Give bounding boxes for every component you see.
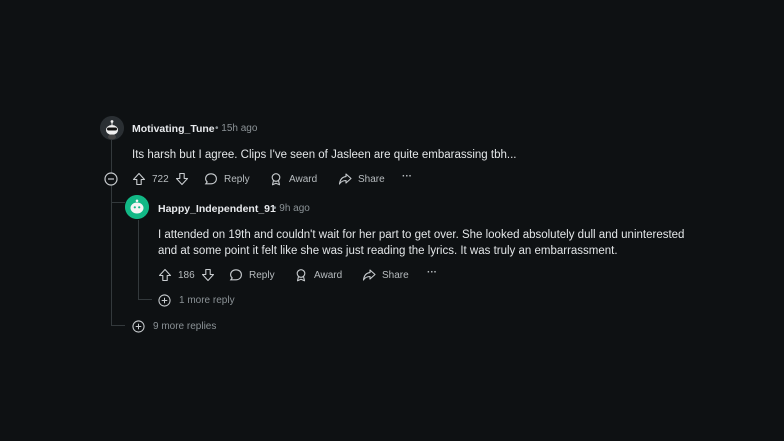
minus-circle-icon	[104, 172, 118, 186]
award-icon	[294, 268, 308, 282]
more-replies-label: 9 more replies	[153, 321, 217, 332]
vote-controls: 186	[158, 268, 215, 282]
award-button[interactable]: Award	[294, 268, 342, 282]
snoo-avatar-icon	[100, 116, 124, 140]
comment-body: Its harsh but I agree. Clips I've seen o…	[132, 149, 517, 161]
collapse-thread-button[interactable]	[104, 172, 118, 186]
upvote-icon[interactable]	[158, 268, 172, 282]
plus-circle-icon	[132, 320, 145, 333]
comment-username[interactable]: Motivating_Tune	[132, 123, 215, 135]
thread-line-nested	[138, 220, 139, 300]
upvote-icon[interactable]	[132, 172, 146, 186]
comment-timestamp[interactable]: • 9h ago	[273, 203, 310, 214]
reply-button[interactable]: Reply	[204, 172, 250, 186]
reply-label: Reply	[249, 269, 275, 281]
vote-count: 722	[152, 173, 169, 185]
comment-timestamp[interactable]: • 15h ago	[215, 123, 257, 134]
reply-button[interactable]: Reply	[229, 268, 275, 282]
avatar[interactable]	[125, 195, 149, 219]
thread-line-branch-top	[111, 325, 125, 326]
vote-count: 186	[178, 269, 195, 281]
comment-body-line-1: I attended on 19th and couldn't wait for…	[158, 229, 685, 241]
thread-line-main	[111, 140, 112, 326]
share-arrow-icon	[362, 268, 376, 282]
share-button[interactable]: Share	[338, 172, 385, 186]
thread-line-nested-branch	[138, 299, 152, 300]
comment-body-line-2: and at some point it felt like she was j…	[158, 245, 618, 257]
award-icon	[269, 172, 283, 186]
share-arrow-icon	[338, 172, 352, 186]
award-label: Award	[314, 269, 343, 281]
comment-bubble-icon	[204, 172, 218, 186]
avatar[interactable]	[100, 116, 124, 140]
snoo-avatar-icon	[125, 195, 149, 219]
downvote-icon[interactable]	[175, 172, 189, 186]
more-replies-nested-button[interactable]: 1 more reply	[158, 294, 235, 307]
share-button[interactable]: Share	[362, 268, 409, 282]
downvote-icon[interactable]	[201, 268, 215, 282]
more-options-icon: ···	[402, 171, 412, 182]
more-options-button[interactable]: ···	[402, 171, 412, 182]
comment-bubble-icon	[229, 268, 243, 282]
more-options-icon: ···	[427, 267, 437, 278]
share-label: Share	[358, 173, 385, 185]
share-label: Share	[382, 269, 409, 281]
award-label: Award	[289, 173, 318, 185]
reply-label: Reply	[224, 173, 250, 185]
more-replies-button[interactable]: 9 more replies	[132, 320, 216, 333]
thread-line-reply-connector	[111, 202, 125, 203]
vote-controls: 722	[132, 172, 189, 186]
more-options-button[interactable]: ···	[427, 267, 437, 278]
award-button[interactable]: Award	[269, 172, 317, 186]
more-replies-label: 1 more reply	[179, 295, 235, 306]
plus-circle-icon	[158, 294, 171, 307]
comment-username[interactable]: Happy_Independent_91	[158, 203, 276, 215]
